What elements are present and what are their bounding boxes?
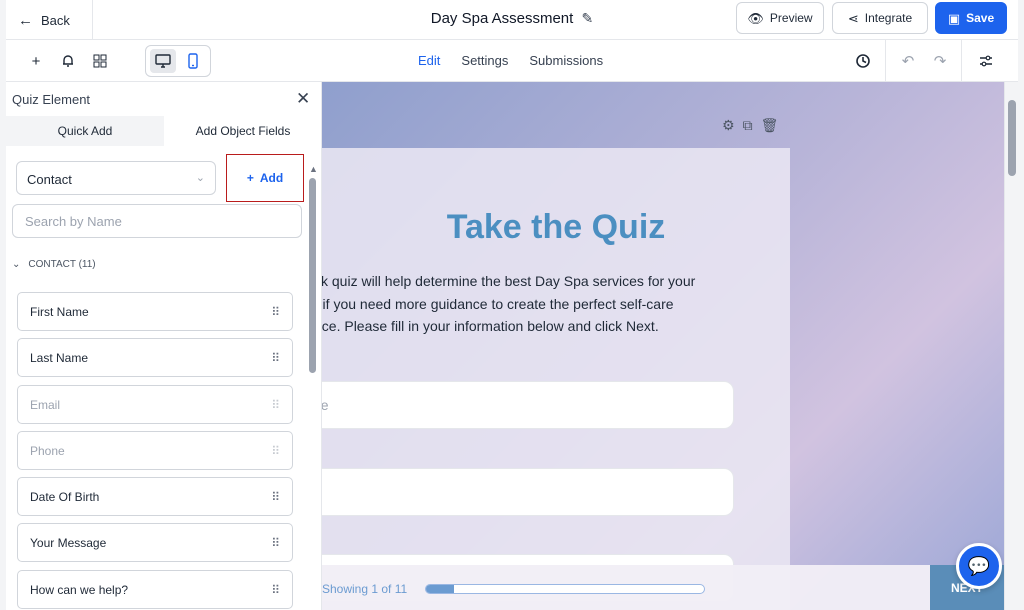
plus-icon[interactable]: + <box>25 51 47 71</box>
section-header-contact[interactable]: ⌄ CONTACT (11) <box>12 259 96 270</box>
field-item[interactable]: Last Name ⠿ <box>17 338 293 378</box>
field-item[interactable]: Date Of Birth ⠿ <box>17 477 293 517</box>
monitor-icon <box>155 54 171 68</box>
copy-icon[interactable]: ⧉ <box>743 117 753 134</box>
divider <box>961 40 962 82</box>
share-icon: ⋖ <box>847 10 859 26</box>
editor-tabs: Edit Settings Submissions <box>418 53 603 68</box>
tab-add-object-fields[interactable]: Add Object Fields <box>164 116 322 146</box>
drag-handle-icon[interactable]: ⠿ <box>271 351 280 365</box>
field-item-label: Phone <box>30 443 65 458</box>
page-title-text: Day Spa Assessment <box>430 10 574 27</box>
field-placeholder: ne <box>322 397 329 413</box>
quiz-description: ck quiz will help determine the best Day… <box>322 273 696 334</box>
search-input[interactable] <box>12 204 302 238</box>
scroll-up-icon[interactable]: ▲ <box>309 164 318 174</box>
save-button[interactable]: ▣ Save <box>935 2 1007 34</box>
integrate-label: Integrate <box>864 11 913 25</box>
add-button[interactable]: + Add <box>226 154 304 202</box>
drag-handle-icon[interactable]: ⠿ <box>271 490 280 504</box>
field-item-label: Date Of Birth <box>30 490 100 505</box>
history-icon[interactable] <box>852 51 874 71</box>
field-item-label: How can we help? <box>30 582 129 597</box>
drag-handle-icon[interactable]: ⠿ <box>271 444 280 458</box>
field-item[interactable]: How can we help? ⠿ <box>17 569 293 609</box>
preview-label: Preview <box>769 11 813 25</box>
tab-edit[interactable]: Edit <box>418 53 440 68</box>
field-list: First Name ⠿ Last Name ⠿ Email ⠿ Phone ⠿ Date Of… <box>17 292 293 610</box>
drag-handle-icon[interactable]: ⠿ <box>271 398 280 412</box>
panel-tabs: Quick Add Add Object Fields <box>6 116 322 146</box>
quiz-canvas: ⚙ ⧉ 🗑 Take the Quiz ck quiz will help de… <box>322 82 1004 610</box>
scrollbar-thumb[interactable] <box>1008 100 1016 176</box>
close-icon[interactable]: ✕ <box>296 89 310 109</box>
quiz-element-panel: Quiz Element ✕ Quick Add Add Object Fiel… <box>6 82 322 610</box>
chat-widget-button[interactable]: 💬 <box>956 543 1002 589</box>
save-label: Save <box>966 11 995 25</box>
pencil-icon[interactable]: ✎ <box>582 10 594 26</box>
redo-icon[interactable]: ↷ <box>929 51 951 71</box>
top-bar: ← Back Day Spa Assessment ✎ 👁 Preview ⋖ … <box>6 0 1018 40</box>
bell-icon[interactable] <box>57 51 79 71</box>
gear-icon[interactable]: ⚙ <box>722 117 735 134</box>
floppy-disk-icon: ▣ <box>947 10 961 26</box>
tab-add-object-fields-label: Add Object Fields <box>195 124 291 138</box>
quiz-field[interactable] <box>322 468 734 516</box>
canvas-scrollbar[interactable] <box>1004 82 1018 610</box>
sliders-icon[interactable] <box>975 51 997 71</box>
tab-submissions[interactable]: Submissions <box>529 53 603 68</box>
panel-scrollbar[interactable]: ▲ <box>308 164 318 610</box>
progress-fill <box>426 585 454 593</box>
add-label: Add <box>259 171 284 185</box>
field-item-label: Email <box>30 397 61 412</box>
eye-icon: 👁 <box>747 10 764 26</box>
preview-button[interactable]: 👁 Preview <box>736 2 824 34</box>
plus-icon: + <box>246 171 254 185</box>
divider <box>885 40 886 82</box>
quiz-card: Take the Quiz ck quiz will help determin… <box>322 148 790 610</box>
desktop-view-button[interactable] <box>150 49 176 73</box>
editor-toolbar: + Edit Settings Submissions ↶ ↷ <box>6 40 1018 82</box>
field-item[interactable]: Email ⠿ <box>17 384 293 424</box>
field-item-label: Last Name <box>30 351 89 366</box>
field-item-label: First Name <box>30 305 89 319</box>
field-item[interactable]: Your Message ⠿ <box>17 523 293 563</box>
drag-handle-icon[interactable]: ⠿ <box>271 305 280 319</box>
progress-bar <box>425 584 705 594</box>
undo-icon[interactable]: ↶ <box>897 51 919 71</box>
field-item[interactable]: First Name ⠿ <box>17 292 293 331</box>
field-item[interactable]: Phone ⠿ <box>17 430 293 470</box>
drag-handle-icon[interactable]: ⠿ <box>271 536 280 550</box>
element-tools: ⚙ ⧉ 🗑 <box>722 117 778 134</box>
quiz-footer: Showing 1 of 11 NEXT <box>322 565 1004 610</box>
object-select-value: Contact <box>27 172 72 187</box>
scrollbar-thumb[interactable] <box>309 178 316 373</box>
device-toggle <box>145 45 211 77</box>
mobile-view-button[interactable] <box>180 49 206 73</box>
chevron-down-icon: ⌄ <box>12 259 21 270</box>
object-select[interactable]: Contact ⌄ <box>16 161 216 195</box>
tab-quick-add[interactable]: Quick Add <box>6 116 164 146</box>
trash-icon[interactable]: 🗑 <box>761 117 779 134</box>
tab-quick-add-label: Quick Add <box>57 124 113 138</box>
grid-icon[interactable] <box>89 51 111 71</box>
chat-icon: 💬 <box>967 555 991 576</box>
section-label: CONTACT (11) <box>28 259 96 270</box>
panel-title: Quiz Element <box>12 92 91 107</box>
phone-icon <box>188 53 198 69</box>
tab-settings[interactable]: Settings <box>461 53 508 68</box>
quiz-title: Take the Quiz <box>446 208 666 246</box>
field-item-label: Your Message <box>30 536 107 551</box>
chevron-down-icon: ⌄ <box>195 172 205 184</box>
progress-text: Showing 1 of 11 <box>322 582 408 596</box>
drag-handle-icon[interactable]: ⠿ <box>271 583 280 597</box>
integrate-button[interactable]: ⋖ Integrate <box>832 2 928 34</box>
quiz-name-field[interactable]: ne <box>322 381 734 429</box>
